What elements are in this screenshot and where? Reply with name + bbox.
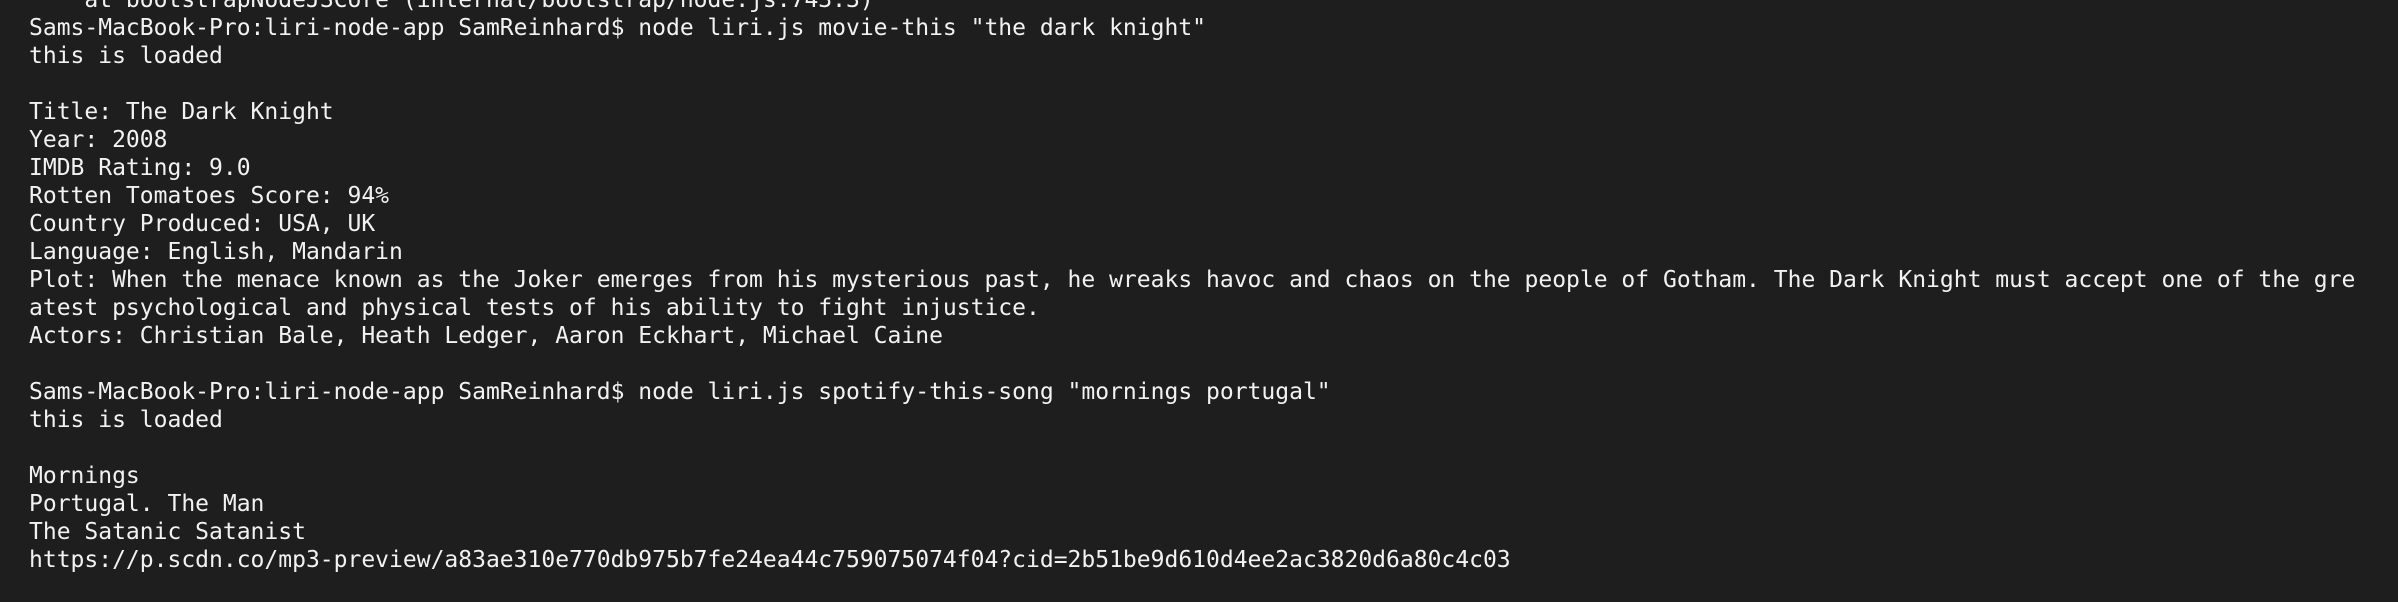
output-line: this is loaded (29, 43, 223, 69)
song-preview-url-line: https://p.scdn.co/mp3-preview/a83ae310e7… (29, 547, 1511, 573)
movie-year-line: Year: 2008 (29, 127, 168, 153)
movie-plot-line: Plot: When the menace known as the Joker… (29, 267, 2356, 293)
movie-plot-wrap-line: atest psychological and physical tests o… (29, 295, 1040, 321)
output-line: this is loaded (29, 407, 223, 433)
song-album-line: The Satanic Satanist (29, 519, 306, 545)
song-name-line: Mornings (29, 463, 140, 489)
movie-title-line: Title: The Dark Knight (29, 99, 334, 125)
terminal-output: at bootstrapNodeJSCore (internal/bootstr… (29, 0, 2398, 602)
terminal-window[interactable]: at bootstrapNodeJSCore (internal/bootstr… (0, 0, 2398, 602)
movie-rotten-line: Rotten Tomatoes Score: 94% (29, 183, 390, 209)
movie-imdb-line: IMDB Rating: 9.0 (29, 155, 251, 181)
shell-command-line: Sams-MacBook-Pro:liri-node-app SamReinha… (29, 15, 1207, 41)
stack-trace-line: at bootstrapNodeJSCore (internal/bootstr… (29, 0, 874, 13)
movie-actors-line: Actors: Christian Bale, Heath Ledger, Aa… (29, 323, 943, 349)
movie-language-line: Language: English, Mandarin (29, 239, 403, 265)
song-artist-line: Portugal. The Man (29, 491, 265, 517)
shell-command-line: Sams-MacBook-Pro:liri-node-app SamReinha… (29, 379, 1331, 405)
movie-country-line: Country Produced: USA, UK (29, 211, 376, 237)
